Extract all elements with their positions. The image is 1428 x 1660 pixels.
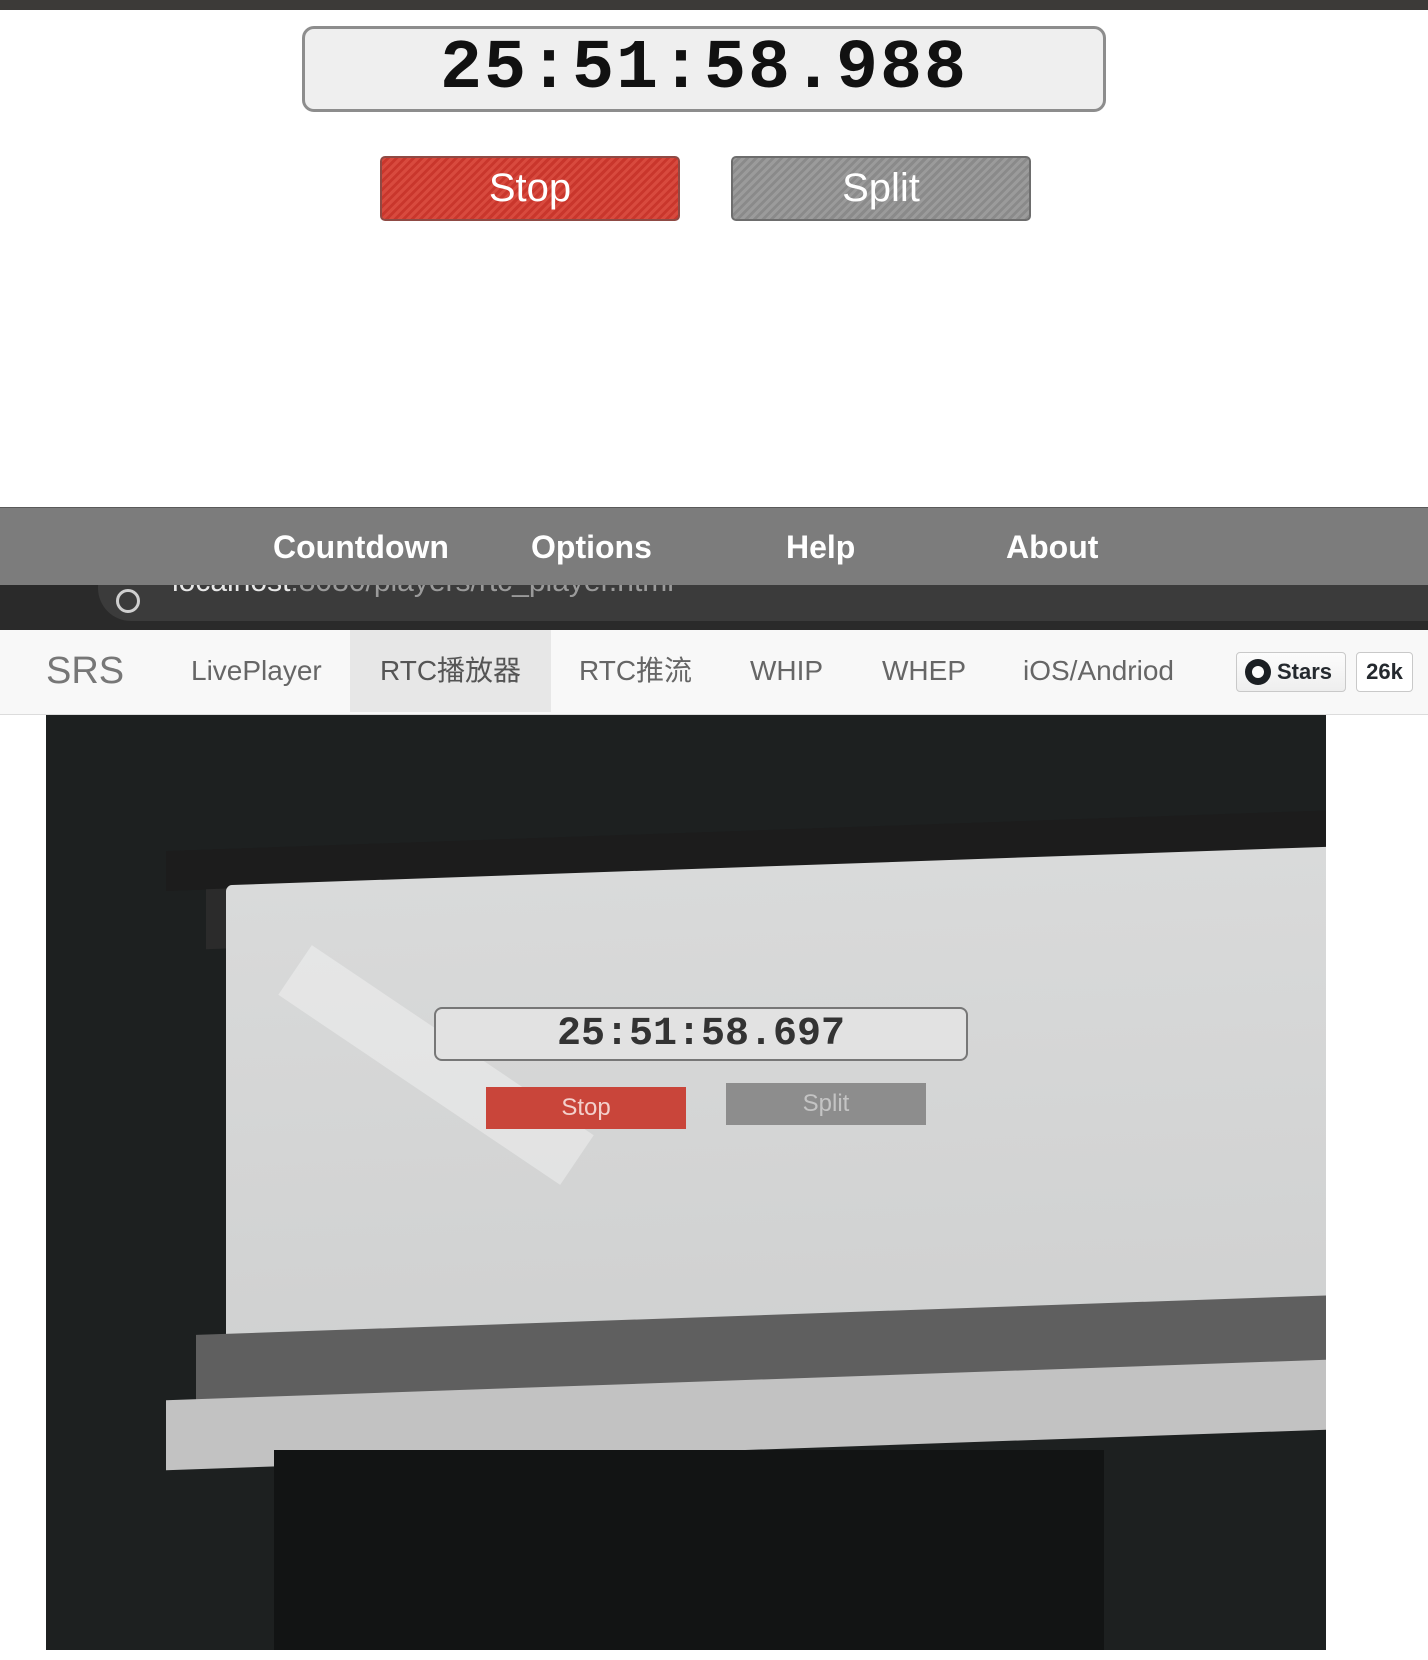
stopwatch-display: 25:51:58.988 [302, 26, 1106, 112]
tab-whip[interactable]: WHIP [750, 630, 823, 712]
captured-video-frame [274, 1450, 1104, 1650]
captured-stop-button: Stop [486, 1087, 686, 1129]
tab-rtc-publish[interactable]: RTC推流 [579, 630, 692, 712]
tab-ios-android[interactable]: iOS/Andriod [1023, 630, 1174, 712]
nav-about[interactable]: About [1006, 508, 1098, 586]
srs-navbar: SRS LivePlayer RTC播放器 RTC推流 WHIP WHEP iO… [0, 630, 1428, 715]
github-stars-button[interactable]: Stars [1236, 652, 1346, 692]
split-button[interactable]: Split [731, 156, 1031, 221]
stop-button[interactable]: Stop [380, 156, 680, 221]
rtc-video-player[interactable]: 25:51:58.697 Stop Split [46, 715, 1326, 1650]
address-url[interactable]: localhost:8080/players/rtc_player.html [172, 585, 674, 599]
site-info-icon[interactable] [116, 589, 140, 613]
stopwatch-time: 25:51:58.988 [439, 29, 969, 109]
tab-liveplayer[interactable]: LivePlayer [191, 630, 322, 712]
tab-rtc-player[interactable]: RTC播放器 [350, 630, 552, 712]
github-stars-label: Stars [1277, 659, 1333, 684]
tab-whep[interactable]: WHEP [882, 630, 966, 712]
browser-top-edge [0, 0, 1428, 10]
stopwatch-nav-bar: Countdown Options Help About [0, 507, 1428, 586]
github-icon [1245, 659, 1271, 685]
nav-help[interactable]: Help [786, 508, 855, 586]
captured-stopwatch-time: 25:51:58.697 [434, 1007, 968, 1061]
address-bar[interactable]: localhost:8080/players/rtc_player.html [98, 585, 1428, 621]
nav-countdown[interactable]: Countdown [273, 508, 449, 586]
github-stars-count[interactable]: 26k [1356, 652, 1413, 692]
captured-split-button: Split [726, 1083, 926, 1125]
nav-options[interactable]: Options [531, 508, 652, 586]
srs-brand[interactable]: SRS [46, 630, 124, 712]
address-bar-strip: localhost:8080/players/rtc_player.html [0, 585, 1428, 630]
